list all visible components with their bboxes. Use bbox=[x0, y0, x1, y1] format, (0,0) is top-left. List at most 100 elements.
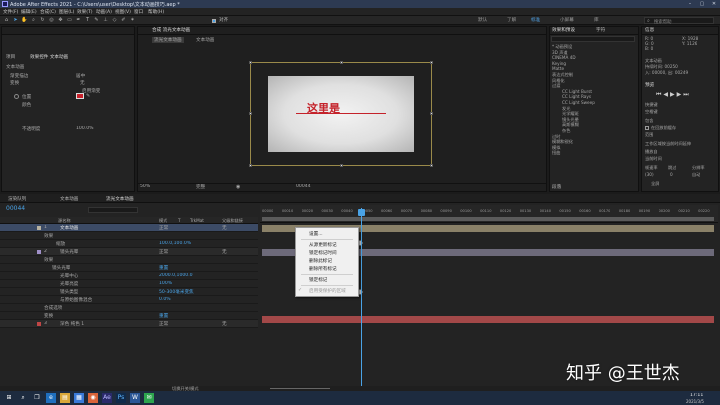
effect-value-align[interactable]: 居中 bbox=[76, 73, 85, 79]
tab-project[interactable]: 项目 bbox=[6, 54, 15, 60]
transform-handle[interactable] bbox=[430, 61, 433, 64]
tab-timeline-text[interactable]: 文本动画 bbox=[60, 196, 78, 202]
layer-prop-row[interactable]: 合成选项 bbox=[0, 304, 258, 312]
layer-prop-row[interactable]: 效果 bbox=[0, 256, 258, 264]
effect-row-gradient-stroke[interactable]: 渐变描边 bbox=[10, 73, 28, 79]
tab-character[interactable]: 字符 bbox=[596, 27, 605, 33]
maximize-icon[interactable]: ▢ bbox=[696, 0, 708, 8]
chat-icon[interactable]: ✉ bbox=[144, 393, 154, 403]
transform-handle[interactable] bbox=[340, 61, 343, 64]
zoom-tool-icon[interactable]: ⌕ bbox=[30, 17, 37, 24]
menu-composition[interactable]: 合成(C) bbox=[40, 9, 56, 15]
minimize-icon[interactable]: – bbox=[684, 0, 696, 8]
prop-value[interactable]: 2000.0,1000.0 bbox=[159, 273, 193, 278]
effects-category-item[interactable]: 扭曲 bbox=[552, 150, 636, 156]
effect-row-transform[interactable]: 变换 bbox=[10, 80, 19, 86]
taskbar-search-icon[interactable]: ⌕ bbox=[18, 393, 28, 403]
home-icon[interactable]: ⌂ bbox=[3, 17, 10, 24]
layer-row[interactable]: 3 深色 纯色 1 正常 无 bbox=[0, 320, 258, 328]
eraser-tool-icon[interactable]: ◇ bbox=[111, 17, 118, 24]
layer-prop-row[interactable]: 变换 重置 bbox=[0, 312, 258, 320]
workspace-standard[interactable]: 标准 bbox=[531, 17, 540, 23]
camera-tool-icon[interactable]: ◎ bbox=[48, 17, 55, 24]
menu-effect[interactable]: 效果(T) bbox=[77, 9, 93, 15]
layer-parent[interactable]: 无 bbox=[222, 321, 227, 327]
help-search-input[interactable]: ⌕ 搜索帮助 bbox=[644, 17, 714, 25]
pan-behind-tool-icon[interactable]: ✥ bbox=[57, 17, 64, 24]
layer-row[interactable]: 1 文本动画 正常 无 bbox=[0, 224, 258, 232]
menu-item-lock-marker[interactable]: 锁定标记 bbox=[309, 277, 327, 283]
camera-snapshot-icon[interactable]: ◉ bbox=[236, 184, 240, 190]
prop-name[interactable]: 效果 bbox=[44, 257, 53, 263]
layer-mode[interactable]: 正常 bbox=[159, 321, 168, 327]
transform-handle[interactable] bbox=[249, 164, 252, 167]
range-select[interactable]: 工作区域按当前时间延伸 bbox=[645, 141, 691, 147]
prop-name[interactable]: 镜头类型 bbox=[60, 289, 78, 295]
layer-prop-row[interactable]: 镜头类型 50-300毫米变焦 bbox=[0, 288, 258, 296]
layer-name[interactable]: 深色 纯色 1 bbox=[60, 321, 84, 327]
col-trkmat[interactable]: TrkMat bbox=[190, 218, 204, 223]
workspace-library[interactable]: 库 bbox=[594, 17, 599, 23]
last-frame-icon[interactable]: ⏭ bbox=[683, 91, 690, 98]
menu-item-lock-marker-time[interactable]: 锁定标记时间 bbox=[309, 250, 337, 256]
transform-handle[interactable] bbox=[430, 112, 433, 115]
photoshop-icon[interactable]: Ps bbox=[116, 393, 126, 403]
tab-timeline-comp[interactable]: 流光文本动画 bbox=[106, 196, 134, 202]
prop-name[interactable]: 变换 bbox=[44, 313, 53, 319]
selection-tool-icon[interactable]: ➤ bbox=[12, 17, 19, 24]
layer-prop-row[interactable]: 镜头光晕 重置 bbox=[0, 264, 258, 272]
menu-view[interactable]: 视图(V) bbox=[115, 9, 131, 15]
rectangle-tool-icon[interactable]: ▭ bbox=[66, 17, 73, 24]
after-effects-icon[interactable]: Ae bbox=[102, 393, 112, 403]
cache-checkbox[interactable] bbox=[645, 126, 649, 130]
effect-value-opacity[interactable]: 100.0% bbox=[76, 126, 94, 131]
layer-name[interactable]: 镜头光晕 bbox=[60, 249, 78, 255]
menu-animation[interactable]: 动画(A) bbox=[96, 9, 112, 15]
pen-tool-icon[interactable]: ✒ bbox=[75, 17, 82, 24]
workspace-learn[interactable]: 了解 bbox=[507, 17, 516, 23]
layer-prop-row[interactable]: 缩放 100.0,100.0% bbox=[0, 240, 258, 248]
breadcrumb-comp-1[interactable]: 流光文本动画 bbox=[152, 37, 184, 43]
fps-select[interactable]: (30) bbox=[645, 172, 654, 177]
rotate-tool-icon[interactable]: ↻ bbox=[39, 17, 46, 24]
layer-row[interactable]: 2 镜头光晕 正常 无 bbox=[0, 248, 258, 256]
layer-mode[interactable]: 正常 bbox=[159, 249, 168, 255]
tab-composition[interactable]: 合成 流光文本动画 bbox=[152, 27, 190, 33]
effect-value-gradient[interactable]: 启用渐变 bbox=[82, 88, 100, 94]
windows-start-icon[interactable]: ⊞ bbox=[4, 393, 14, 403]
menu-item-update-from-source[interactable]: 从源更新标记 bbox=[309, 242, 337, 248]
menu-item-settings[interactable]: 设置... bbox=[309, 231, 323, 237]
menu-help[interactable]: 帮助(H) bbox=[148, 9, 164, 15]
layer-prop-row[interactable]: 光晕亮度 100% bbox=[0, 280, 258, 288]
prop-name[interactable]: 合成选项 bbox=[44, 305, 62, 311]
layer-bar-solid[interactable] bbox=[262, 316, 714, 323]
effect-row-color[interactable]: 颜色 bbox=[22, 102, 31, 108]
clone-stamp-tool-icon[interactable]: ⊥ bbox=[102, 17, 109, 24]
layer-prop-row[interactable]: 与原始图像混合 0.0% bbox=[0, 296, 258, 304]
tab-effect-controls[interactable]: 效果控件 文本动画 bbox=[30, 54, 68, 60]
prop-value[interactable]: 50-300毫米变焦 bbox=[159, 289, 194, 295]
timeline-timecode[interactable]: 00044 bbox=[6, 205, 25, 212]
layer-name[interactable]: 文本动画 bbox=[60, 225, 78, 231]
play-from-select[interactable]: 当前时间 bbox=[645, 156, 662, 162]
layer-prop-row[interactable]: 效果 bbox=[0, 232, 258, 240]
skip-select[interactable]: 0 bbox=[670, 172, 673, 177]
word-icon[interactable]: W bbox=[130, 393, 140, 403]
quality-select[interactable]: 完整 bbox=[196, 184, 205, 190]
res-select[interactable]: 自动 bbox=[692, 172, 700, 178]
taskbar-time[interactable]: 17:11 bbox=[690, 393, 703, 398]
prop-value[interactable]: 重置 bbox=[159, 265, 168, 271]
tab-info[interactable]: 信息 bbox=[645, 27, 654, 33]
prop-name[interactable]: 光晕亮度 bbox=[60, 281, 78, 287]
transform-handle[interactable] bbox=[249, 112, 252, 115]
layer-parent[interactable]: 无 bbox=[222, 249, 227, 255]
color-swatch[interactable] bbox=[76, 93, 84, 99]
transform-handle[interactable] bbox=[249, 61, 252, 64]
prop-name[interactable]: 镜头光晕 bbox=[52, 265, 70, 271]
col-t[interactable]: T bbox=[178, 218, 181, 223]
zoom-slider[interactable] bbox=[270, 388, 330, 389]
fullscreen-checkbox[interactable]: 全屏 bbox=[651, 181, 659, 187]
menu-item-delete-all-markers[interactable]: 删除所有标记 bbox=[309, 266, 337, 272]
playhead-line[interactable] bbox=[361, 208, 362, 388]
layer-prop-row[interactable]: 光晕中心 2000.0,1000.0 bbox=[0, 272, 258, 280]
